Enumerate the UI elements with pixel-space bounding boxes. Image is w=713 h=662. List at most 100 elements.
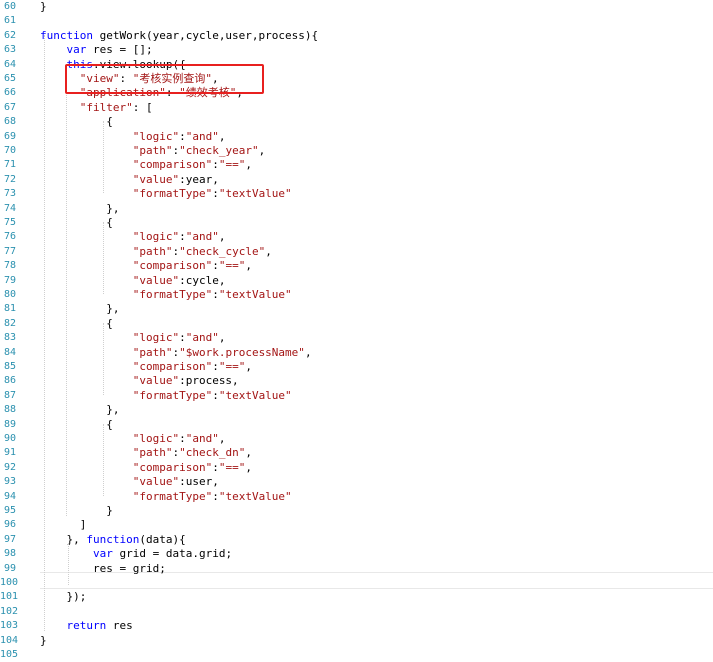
- code-token: :: [212, 259, 219, 273]
- string-token: "textValue": [218, 489, 292, 503]
- code-line: "formatType":"textValue": [40, 389, 713, 403]
- string-token: "logic": [132, 432, 180, 445]
- code-line: }: [40, 504, 713, 518]
- code-token: ,: [258, 144, 266, 157]
- code-line: "value":user,: [40, 475, 713, 489]
- code-token: :: [179, 129, 186, 143]
- line-number: 71: [3, 159, 16, 171]
- code-token: ,: [304, 345, 312, 359]
- code-token: :year,: [179, 172, 219, 186]
- code-token: :: [179, 331, 186, 345]
- line-number: 85: [3, 361, 16, 372]
- code-line: "filter": [: [40, 101, 713, 115]
- line-number: 83: [3, 332, 16, 344]
- code-line: {: [40, 216, 713, 230]
- line-number: 70: [3, 145, 16, 156]
- code-token: (data){: [139, 532, 186, 546]
- line-number: 102: [0, 605, 19, 617]
- line-number: 87: [3, 389, 16, 401]
- string-token: "comparison": [132, 158, 213, 172]
- string-token: "textValue": [218, 187, 292, 201]
- code-token: :: [212, 489, 219, 503]
- code-token: :: [212, 288, 219, 301]
- line-number: 67: [3, 101, 16, 113]
- line-number: 80: [3, 289, 16, 300]
- line-number: 65: [3, 73, 16, 84]
- string-token: "and": [185, 230, 219, 244]
- code-line: "path":"check_year",: [40, 144, 713, 158]
- code-token: :: [212, 187, 219, 201]
- string-token: "value": [132, 475, 180, 489]
- code-line: "formatType":"textValue": [40, 288, 713, 302]
- line-number: 94: [3, 490, 16, 502]
- keyword-token: var: [66, 43, 87, 57]
- line-number: 68: [3, 116, 16, 128]
- code-line: function getWork(year,cycle,user,process…: [40, 29, 713, 43]
- code-token: }: [40, 0, 47, 13]
- code-line: "logic":"and",: [40, 331, 713, 345]
- code-token: :: [212, 388, 219, 402]
- line-number: 72: [3, 173, 16, 185]
- line-number: 84: [3, 346, 16, 358]
- code-line: var grid = data.grid;: [40, 547, 713, 561]
- code-token: ,: [245, 460, 252, 474]
- line-number: 95: [3, 505, 16, 516]
- line-number: 90: [3, 433, 16, 444]
- string-token: "formatType": [132, 388, 213, 402]
- keyword-token: return: [66, 619, 107, 633]
- line-number-gutter: 60 61 62 63 64 65 66 67 68 69 70 71 72 73 74 75 76 77 78 79…: [0, 0, 19, 660]
- string-token: "comparison": [132, 360, 213, 373]
- code-line: },: [40, 202, 713, 216]
- line-number: 100: [0, 577, 19, 588]
- code-line: {: [40, 317, 713, 331]
- line-number: 97: [3, 533, 16, 545]
- string-token: "check_dn": [179, 446, 246, 460]
- line-number: 88: [3, 404, 16, 416]
- code-line: "comparison":"==",: [40, 461, 713, 475]
- line-number: 62: [3, 29, 16, 41]
- string-token: "and": [185, 331, 219, 345]
- code-token: ]: [40, 518, 87, 532]
- code-token: ,: [245, 259, 252, 273]
- string-token: "==": [218, 460, 246, 474]
- line-number: 69: [3, 130, 16, 142]
- code-token: {: [40, 115, 113, 129]
- code-token: });: [40, 590, 87, 604]
- code-line: "comparison":"==",: [40, 360, 713, 374]
- code-line: },: [40, 302, 713, 316]
- code-line: },: [40, 403, 713, 417]
- code-token: ,: [265, 244, 272, 258]
- code-token: res = [];: [86, 43, 153, 57]
- string-token: "==": [218, 259, 246, 273]
- code-line: "path":"check_cycle",: [40, 245, 713, 259]
- line-number: 63: [3, 44, 16, 56]
- code-token: },: [40, 532, 87, 546]
- string-token: "path": [132, 144, 173, 157]
- code-token: grid = data.grid;: [112, 547, 233, 561]
- line-number: 77: [3, 245, 16, 257]
- code-line: "logic":"and",: [40, 432, 713, 446]
- line-number: 104: [0, 634, 19, 646]
- code-token: ,: [245, 360, 252, 373]
- line-number: 78: [3, 260, 16, 272]
- code-token: :: [179, 432, 186, 445]
- line-number: 96: [3, 519, 16, 531]
- code-token: res: [106, 619, 133, 633]
- code-line: }, function(data){: [40, 533, 713, 547]
- code-line: return res: [40, 619, 713, 633]
- code-token: {: [40, 417, 113, 431]
